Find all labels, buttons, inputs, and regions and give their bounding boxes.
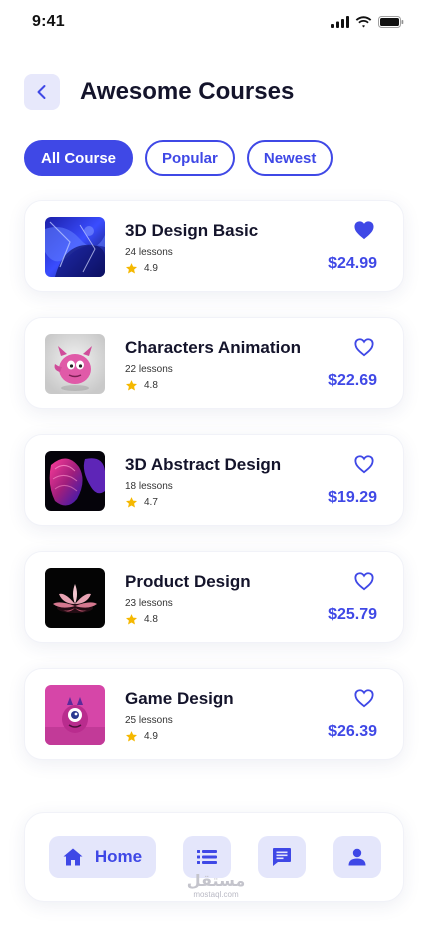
cellular-signal-icon: [331, 16, 349, 28]
status-time: 9:41: [32, 13, 65, 30]
favorite-button[interactable]: [351, 334, 377, 360]
favorite-button[interactable]: [351, 685, 377, 711]
rating-row: 4.9: [125, 730, 234, 743]
status-icons: [331, 16, 404, 28]
course-info: Product Design 23 lessons 4.8: [125, 572, 251, 626]
heart-filled-icon: [354, 221, 374, 240]
course-thumbnail-lotus-flower: [45, 568, 105, 628]
star-icon: [125, 731, 138, 742]
course-card[interactable]: 3D Design Basic 24 lessons 4.9 $24.99: [24, 200, 404, 292]
course-title: 3D Design Basic: [125, 221, 259, 240]
course-title: Game Design: [125, 689, 234, 708]
chat-icon: [273, 848, 291, 866]
course-rating: 4.8: [144, 380, 158, 391]
course-rating: 4.9: [144, 263, 158, 274]
filter-chips: All Course Popular Newest: [24, 140, 334, 176]
favorite-button[interactable]: [351, 568, 377, 594]
chevron-left-icon: [37, 85, 46, 99]
course-price: $19.29: [328, 489, 377, 506]
nav-chat-button[interactable]: [258, 836, 306, 878]
course-card[interactable]: Product Design 23 lessons 4.8 $25.79: [24, 551, 404, 643]
course-title: Characters Animation: [125, 338, 302, 357]
course-price: $25.79: [328, 606, 377, 623]
header: Awesome Courses: [24, 74, 294, 110]
status-bar: 9:41: [0, 0, 428, 44]
nav-home-button[interactable]: Home: [49, 836, 156, 878]
course-price: $24.99: [328, 255, 377, 272]
back-button[interactable]: [24, 74, 60, 110]
star-icon: [125, 497, 138, 508]
heart-outline-icon: [354, 689, 374, 708]
rating-row: 4.9: [125, 262, 258, 275]
course-card[interactable]: Characters Animation 22 lessons 4.8 $22.…: [24, 317, 404, 409]
watermark: مستقل mostaql.com: [186, 873, 246, 900]
course-price: $22.69: [328, 372, 377, 389]
battery-icon: [378, 16, 404, 28]
favorite-button[interactable]: [351, 217, 377, 243]
heart-outline-icon: [354, 338, 374, 357]
course-rating: 4.8: [144, 614, 158, 625]
filter-chip-all-course[interactable]: All Course: [24, 140, 134, 176]
wifi-icon: [355, 16, 372, 28]
course-title: 3D Abstract Design: [125, 455, 282, 474]
rating-row: 4.8: [125, 379, 301, 392]
course-thumbnail-abstract-shape: [45, 451, 105, 511]
star-icon: [125, 380, 138, 391]
watermark-arabic: مستقل: [186, 873, 246, 890]
course-list: 3D Design Basic 24 lessons 4.9 $24.99 Ch…: [24, 200, 404, 785]
rating-row: 4.7: [125, 496, 281, 509]
course-rating: 4.9: [144, 731, 158, 742]
course-info: Game Design 25 lessons 4.9: [125, 689, 234, 743]
course-price: $26.39: [328, 723, 377, 740]
course-card[interactable]: 3D Abstract Design 18 lessons 4.7 $19.29: [24, 434, 404, 526]
list-icon: [197, 850, 217, 864]
favorite-button[interactable]: [351, 451, 377, 477]
heart-outline-icon: [354, 572, 374, 591]
course-lessons: 25 lessons: [125, 715, 173, 726]
profile-icon: [348, 848, 366, 866]
star-icon: [125, 614, 138, 625]
course-thumbnail-pink-character: [45, 334, 105, 394]
course-thumbnail-pink-monster: [45, 685, 105, 745]
watermark-latin: mostaql.com: [193, 890, 239, 899]
filter-chip-popular[interactable]: Popular: [145, 140, 235, 176]
rating-row: 4.8: [125, 613, 251, 626]
course-rating: 4.7: [144, 497, 158, 508]
course-title: Product Design: [125, 572, 251, 591]
course-info: 3D Design Basic 24 lessons 4.9: [125, 221, 258, 275]
home-icon: [63, 848, 83, 866]
nav-profile-button[interactable]: [333, 836, 381, 878]
filter-chip-newest[interactable]: Newest: [246, 140, 334, 176]
course-thumbnail-blue-crystal: [45, 217, 105, 277]
course-card[interactable]: Game Design 25 lessons 4.9 $26.39: [24, 668, 404, 760]
course-info: Characters Animation 22 lessons 4.8: [125, 338, 301, 392]
page-title: Awesome Courses: [80, 78, 295, 105]
course-info: 3D Abstract Design 18 lessons 4.7: [125, 455, 281, 509]
nav-home-label: Home: [94, 847, 143, 866]
course-lessons: 24 lessons: [125, 247, 173, 258]
nav-list-button[interactable]: [183, 836, 231, 878]
course-lessons: 18 lessons: [125, 481, 173, 492]
course-lessons: 23 lessons: [125, 598, 173, 609]
star-icon: [125, 263, 138, 274]
course-lessons: 22 lessons: [125, 364, 173, 375]
heart-outline-icon: [354, 455, 374, 474]
